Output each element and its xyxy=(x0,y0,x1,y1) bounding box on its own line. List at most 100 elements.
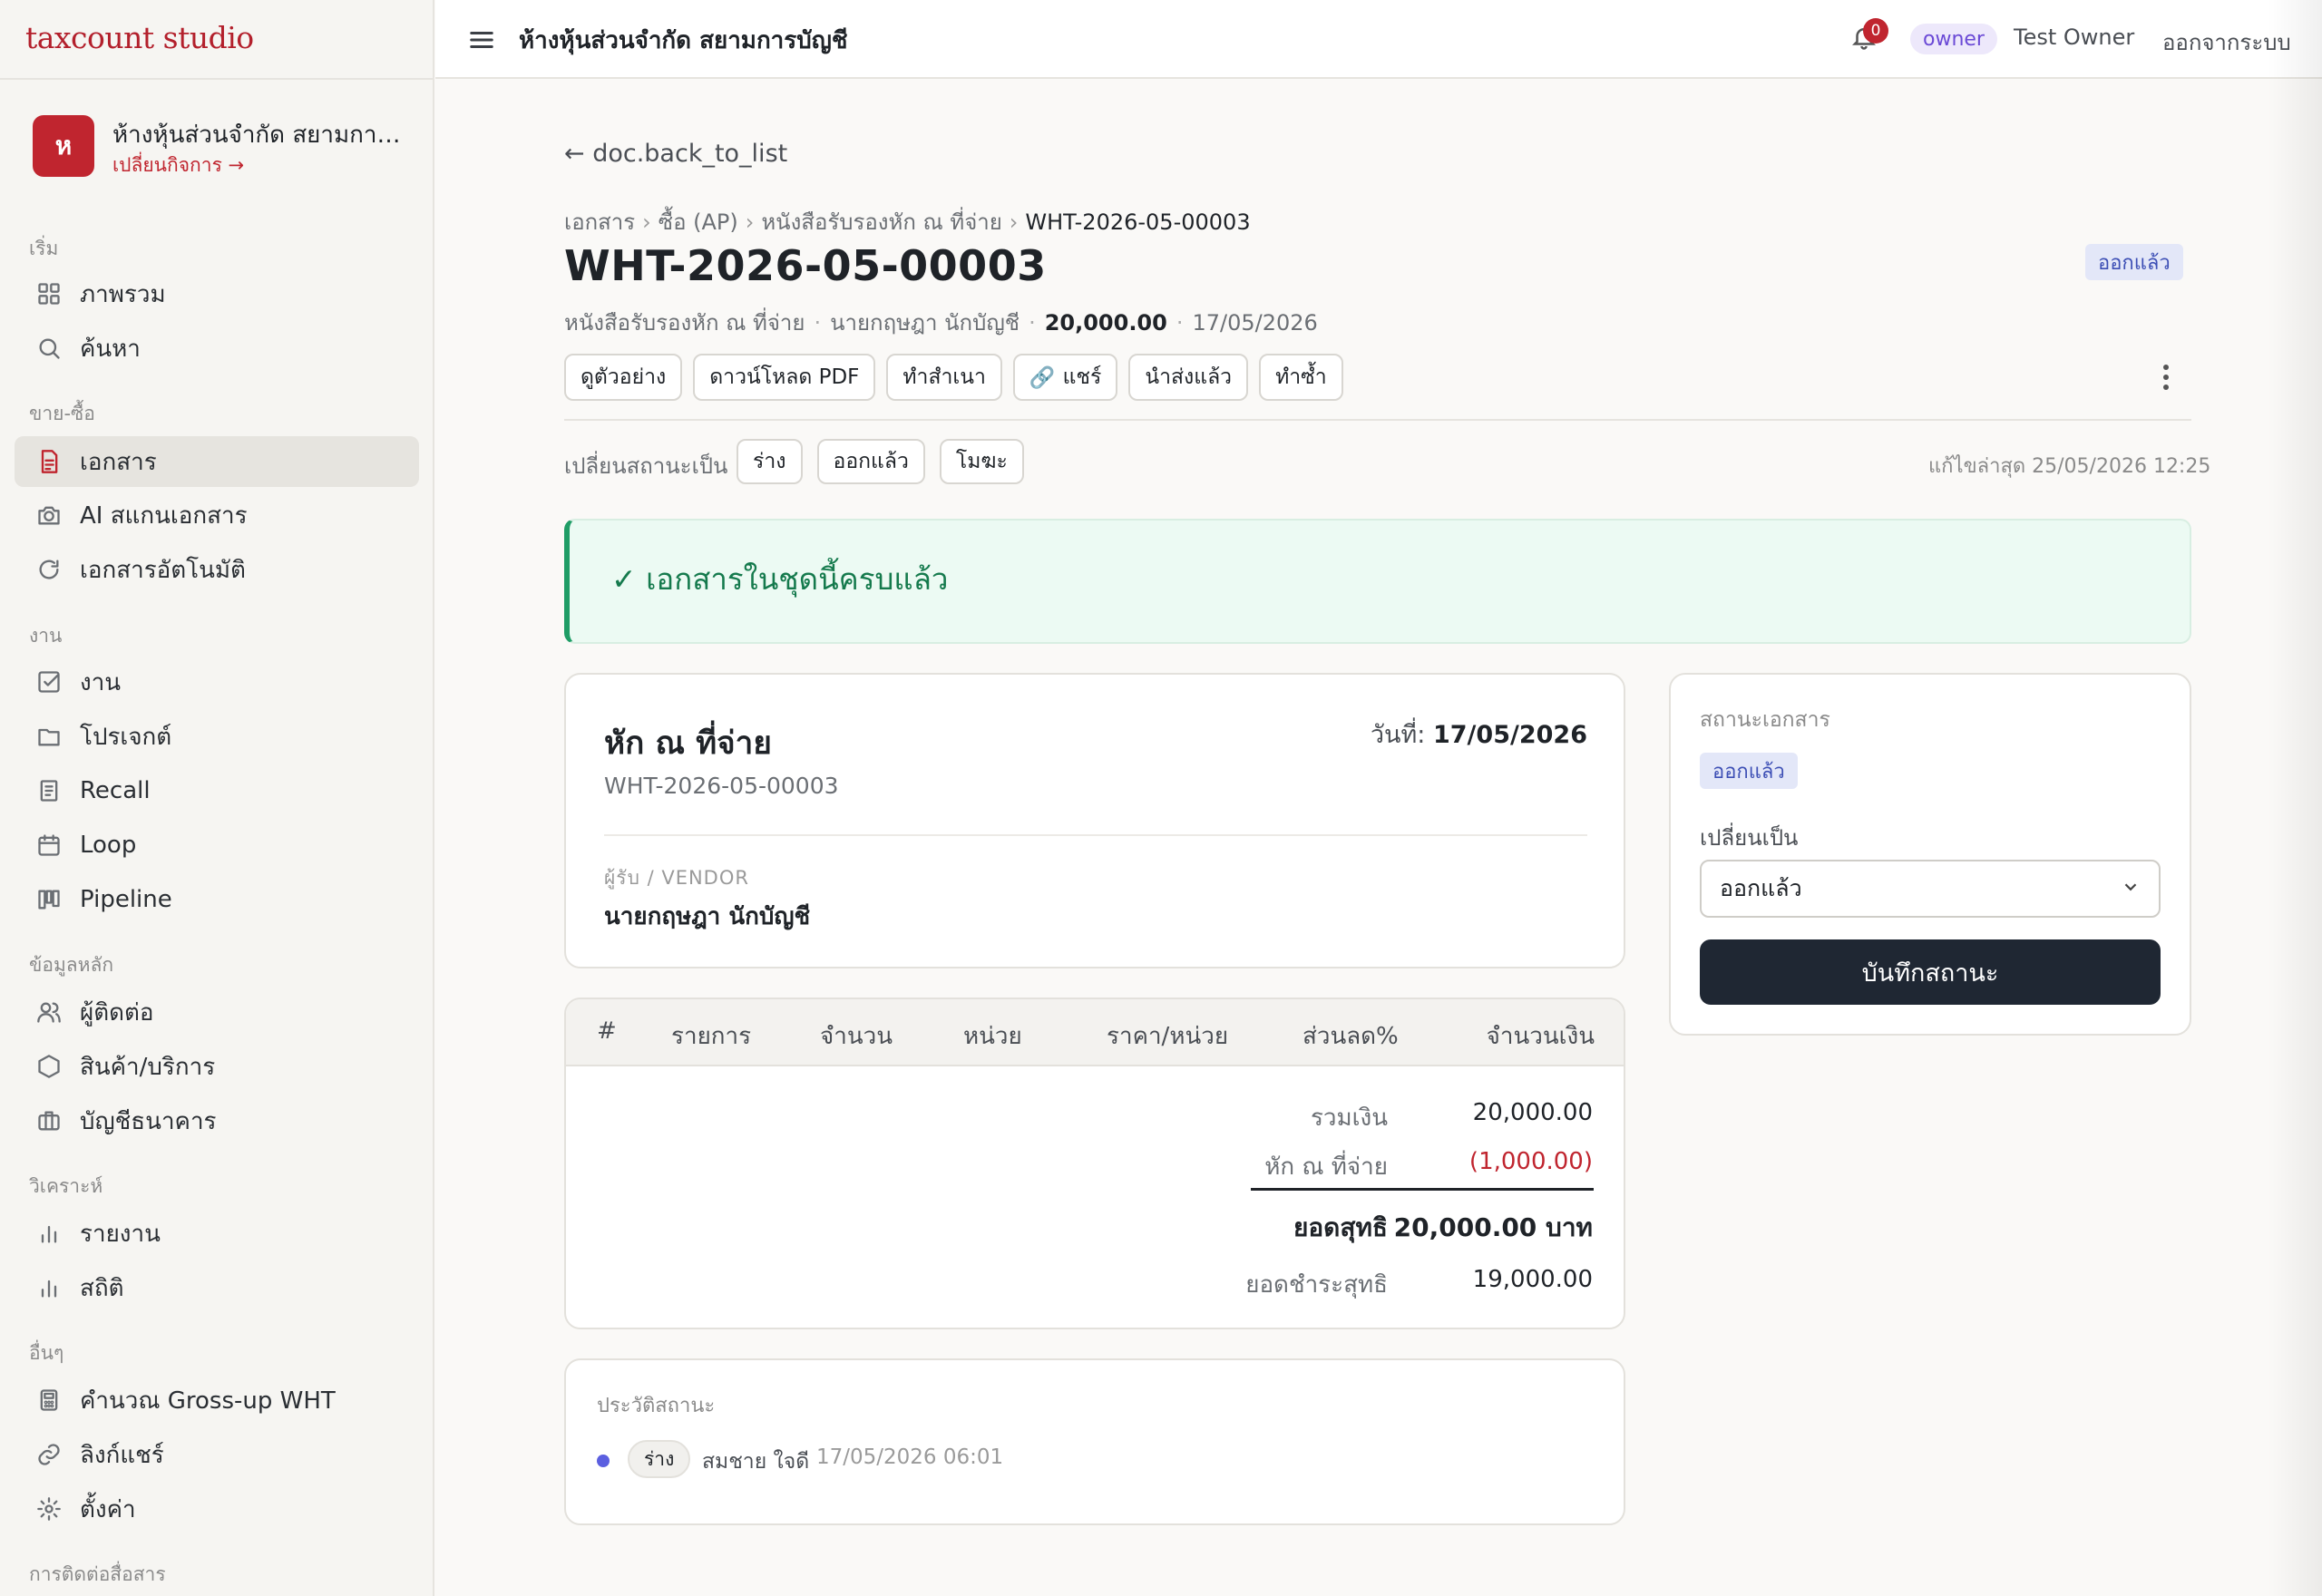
link-icon xyxy=(33,1438,65,1471)
breadcrumb-item[interactable]: ซื้อ (AP) xyxy=(659,209,738,235)
vendor-label: ผู้รับ / VENDOR xyxy=(604,867,749,889)
sidebar-item-products[interactable]: สินค้า/บริการ xyxy=(15,1041,419,1092)
document-heading: หัก ณ ที่จ่าย xyxy=(604,725,772,762)
sidebar-item-grossup[interactable]: คำนวณ Gross-up WHT xyxy=(15,1375,419,1426)
sidebar-item-bank[interactable]: บัญชีธนาคาร xyxy=(15,1095,419,1146)
status-panel: สถานะเอกสาร ออกแล้ว เปลี่ยนเป็น ออกแล้ว … xyxy=(1669,673,2191,1036)
status-issued-button[interactable]: ออกแล้ว xyxy=(816,439,925,484)
status-history-card: ประวัติสถานะ ร่าง สมชาย ใจดี 17/05/2026 … xyxy=(564,1358,1625,1525)
back-to-list-link[interactable]: ← doc.back_to_list xyxy=(564,140,787,168)
mark-submitted-button[interactable]: นำส่งแล้ว xyxy=(1128,354,1249,401)
line-items-card: # รายการ จำนวน หน่วย ราคา/หน่วย ส่วนลด% … xyxy=(564,998,1625,1329)
divider xyxy=(1251,1188,1594,1191)
sidebar-item-ai-scan[interactable]: AI สแกนเอกสาร xyxy=(15,490,419,540)
download-pdf-button[interactable]: ดาวน์โหลด PDF xyxy=(693,354,876,401)
save-status-button[interactable]: บันทึกสถานะ xyxy=(1700,939,2161,1005)
sidebar-item-label: Pipeline xyxy=(80,886,172,913)
breadcrumb-separator: › xyxy=(745,209,755,235)
sidebar-item-label: AI สแกนเอกสาร xyxy=(80,501,248,530)
breadcrumb-item[interactable]: หนังสือรับรองหัก ณ ที่จ่าย xyxy=(761,209,1001,235)
sidebar-item-projects[interactable]: โปรเจกต์ xyxy=(15,711,419,762)
menu-icon[interactable] xyxy=(466,24,497,55)
sidebar-item-contacts[interactable]: ผู้ติดต่อ xyxy=(15,987,419,1037)
subtotal-value: 20,000.00 xyxy=(1472,1099,1593,1126)
sidebar-item-label: สินค้า/บริการ xyxy=(80,1053,216,1081)
column-header: # xyxy=(597,1017,617,1045)
sidebar-item-tasks[interactable]: งาน xyxy=(15,657,419,707)
brand-logo[interactable]: taxcount studio xyxy=(25,20,254,55)
sidebar-item-search[interactable]: ค้นหา xyxy=(15,323,419,374)
breadcrumb-separator: › xyxy=(642,209,651,235)
sidebar-item-loop[interactable]: Loop xyxy=(15,820,419,871)
calculator-icon xyxy=(33,1384,65,1416)
breadcrumb: เอกสาร › ซื้อ (AP) › หนังสือรับรองหัก ณ ที่จ… xyxy=(564,204,1251,239)
change-status-label: เปลี่ยนสถานะเป็น xyxy=(564,453,728,479)
section-other: อื่นๆ xyxy=(29,1342,64,1364)
status-select-value: ออกแล้ว xyxy=(1720,875,1802,901)
folder-icon xyxy=(33,720,65,753)
payable-value: 19,000.00 xyxy=(1472,1266,1593,1293)
sidebar-item-stats[interactable]: สถิติ xyxy=(15,1262,419,1313)
meta-type: หนังสือรับรองหัก ณ ที่จ่าย xyxy=(564,310,805,336)
divider xyxy=(604,834,1587,836)
divider xyxy=(0,78,434,80)
sidebar-item-overview[interactable]: ภาพรวม xyxy=(15,268,419,319)
sidebar-item-auto-docs[interactable]: เอกสารอัตโนมัติ xyxy=(15,544,419,595)
gear-icon xyxy=(33,1493,65,1525)
sidebar-item-label: ตั้งค่า xyxy=(80,1495,136,1523)
topbar: ห้างหุ้นส่วนจำกัด สยามการบัญชี 0 owner T… xyxy=(435,0,2322,79)
sidebar-item-label: บัญชีธนาคาร xyxy=(80,1107,217,1135)
completion-alert: ✓ เอกสารในชุดนี้ครบแล้ว xyxy=(564,519,2191,644)
bar-chart-icon xyxy=(33,1271,65,1304)
timeline-dot xyxy=(597,1455,610,1467)
section-work: งาน xyxy=(29,625,63,647)
users-icon xyxy=(33,996,65,1028)
status-select[interactable]: ออกแล้ว xyxy=(1700,860,2161,918)
sidebar-item-label: เอกสารอัตโนมัติ xyxy=(80,556,246,584)
edge-shadow xyxy=(2268,0,2322,1596)
switch-business-link[interactable]: เปลี่ยนกิจการ → xyxy=(112,151,244,180)
document-actions: ดูตัวอย่าง ดาวน์โหลด PDF ทำสำเนา 🔗 แชร์ น… xyxy=(564,354,1343,401)
role-badge: owner xyxy=(1910,24,1997,54)
breadcrumb-item[interactable]: เอกสาร xyxy=(564,209,635,235)
checkbox-icon xyxy=(33,666,65,698)
sidebar-item-reports[interactable]: รายงาน xyxy=(15,1208,419,1259)
share-button[interactable]: 🔗 แชร์ xyxy=(1012,354,1118,401)
document-header-card: หัก ณ ที่จ่าย WHT-2026-05-00003 วันที่: … xyxy=(564,673,1625,968)
column-header: จำนวนเงิน xyxy=(1486,1023,1595,1050)
date-value: 17/05/2026 xyxy=(1432,721,1587,749)
status-void-button[interactable]: โมฆะ xyxy=(939,439,1024,484)
box-icon xyxy=(33,1050,65,1083)
change-to-label: เปลี่ยนเป็น xyxy=(1700,825,1799,851)
sidebar-item-recall[interactable]: Recall xyxy=(15,765,419,816)
copy-button[interactable]: ทำสำเนา xyxy=(886,354,1002,401)
column-header: หน่วย xyxy=(963,1023,1022,1050)
sidebar-item-label: สถิติ xyxy=(80,1274,124,1302)
status-draft-button[interactable]: ร่าง xyxy=(737,439,803,484)
status-badge: ออกแล้ว xyxy=(1700,753,1798,789)
sidebar-item-label: ลิงก์แชร์ xyxy=(80,1441,164,1469)
more-options-icon[interactable] xyxy=(2155,361,2177,394)
sidebar-item-settings[interactable]: ตั้งค่า xyxy=(15,1484,419,1534)
meta-party: นายกฤษฎา นักบัญชี xyxy=(830,310,1020,336)
document-icon xyxy=(33,445,65,478)
history-time: 17/05/2026 06:01 xyxy=(816,1445,1004,1469)
sidebar-item-label: คำนวณ Gross-up WHT xyxy=(80,1387,336,1415)
wht-value: (1,000.00) xyxy=(1468,1148,1593,1175)
briefcase-icon xyxy=(33,1105,65,1137)
duplicate-button[interactable]: ทำซ้ำ xyxy=(1259,354,1343,401)
sidebar: taxcount studio ห ห้างหุ้นส่วนจำกัด สยาม… xyxy=(0,0,434,1596)
user-name[interactable]: Test Owner xyxy=(2014,24,2134,50)
calendar-icon xyxy=(33,829,65,861)
sidebar-item-label: ภาพรวม xyxy=(80,280,166,308)
link-icon: 🔗 xyxy=(1029,365,1056,390)
sidebar-item-pipeline[interactable]: Pipeline xyxy=(15,874,419,925)
sidebar-item-label: เอกสาร xyxy=(80,448,157,476)
net-value: 20,000.00 บาท xyxy=(1393,1212,1593,1242)
sidebar-item-documents[interactable]: เอกสาร xyxy=(15,436,419,487)
history-user: สมชาย ใจดี xyxy=(702,1450,810,1474)
preview-button[interactable]: ดูตัวอย่าง xyxy=(564,354,683,401)
sidebar-item-label: Recall xyxy=(80,777,151,804)
camera-icon xyxy=(33,499,65,531)
sidebar-item-share-links[interactable]: ลิงก์แชร์ xyxy=(15,1429,419,1480)
